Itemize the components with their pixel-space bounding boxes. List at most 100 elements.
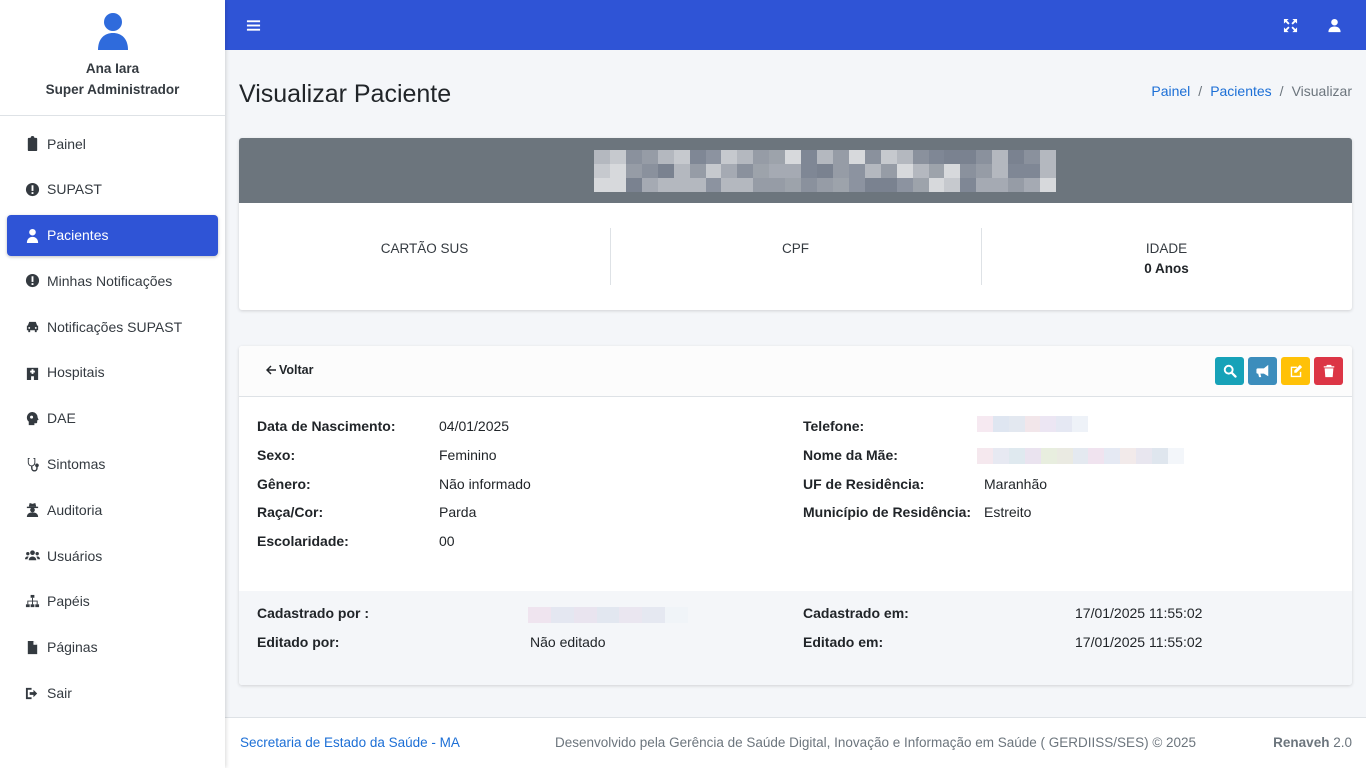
redaction-pixel — [801, 150, 818, 164]
sidebar-item-dae[interactable]: DAE — [7, 398, 218, 439]
detail-label: Sexo: — [257, 447, 296, 463]
sidebar-item-label: Minhas Notificações — [47, 272, 173, 289]
detail-label: Gênero: — [257, 476, 311, 492]
redaction-pixel — [769, 150, 786, 164]
detail-value: Parda — [439, 504, 477, 520]
user-injured-icon — [23, 227, 41, 243]
edit-icon — [1290, 364, 1302, 378]
detail-value: Estreito — [984, 504, 1032, 520]
stat-label: CARTÃO SUS — [380, 241, 469, 256]
user-menu-button[interactable] — [1324, 15, 1344, 35]
user-secret-icon — [23, 502, 41, 518]
redaction-pixel — [1024, 164, 1041, 178]
fullscreen-button[interactable] — [1280, 15, 1300, 35]
redaction-pixel — [705, 164, 722, 178]
user-role: Super Administrador — [45, 82, 180, 97]
details-card-header: Voltar — [239, 346, 1352, 397]
created-at-value: 17/01/2025 11:55:02 — [1075, 605, 1203, 621]
redacted-mother-name — [977, 448, 1184, 464]
breadcrumb: Painel / Pacientes / Visualizar — [1151, 83, 1352, 99]
sidebar-item-label: Notificações SUPAST — [47, 318, 183, 335]
menu-toggle-button[interactable] — [243, 15, 263, 35]
edited-by-value: Não editado — [530, 634, 606, 650]
stat-cpf: CPF — [610, 203, 981, 310]
redaction-pixel — [753, 178, 770, 192]
detail-value: 04/01/2025 — [439, 418, 510, 434]
sidebar-item-auditoria[interactable]: Auditoria — [7, 489, 218, 530]
sidebar-item-hospitais[interactable]: Hospitais — [7, 352, 218, 393]
footer-version: Renaveh 2.0 — [1273, 735, 1352, 750]
breadcrumb-separator: / — [1279, 83, 1284, 99]
detail-label: Raça/Cor: — [257, 504, 324, 520]
breadcrumb-pacientes-link[interactable]: Pacientes — [1210, 83, 1271, 99]
edit-button[interactable] — [1281, 357, 1310, 385]
detail-education: Escolaridade: — [257, 532, 349, 550]
detail-sex: Sexo: — [257, 446, 295, 464]
notify-button[interactable] — [1248, 357, 1277, 385]
redacted-patient-name — [594, 150, 1056, 192]
sidebar-item-painel[interactable]: Painel — [7, 123, 218, 164]
redaction-pixel — [673, 178, 690, 192]
redaction-pixel — [721, 164, 738, 178]
car-icon — [23, 319, 41, 335]
redaction-pixel — [1040, 150, 1056, 164]
head-virus-icon — [23, 410, 41, 426]
redaction-pixel — [625, 164, 642, 178]
detail-phone: Telefone: — [803, 417, 864, 435]
sidebar-item-sintomas[interactable]: Sintomas — [7, 444, 218, 485]
redaction-pixel — [705, 150, 722, 164]
redaction-pixel — [976, 164, 993, 178]
redaction-pixel — [689, 164, 706, 178]
redaction-pixel — [737, 178, 754, 192]
redaction-pixel — [1008, 178, 1025, 192]
redaction-pixel — [992, 178, 1009, 192]
sidebar-item-usuarios[interactable]: Usuários — [7, 535, 218, 576]
user-panel: Ana Iara Super Administrador — [0, 0, 225, 116]
file-icon — [23, 639, 41, 655]
user-icon — [1327, 18, 1341, 32]
sidebar-item-papeis[interactable]: Papéis — [7, 581, 218, 622]
sidebar-item-supast[interactable]: SUPAST — [7, 169, 218, 210]
search-button[interactable] — [1215, 357, 1244, 385]
sidebar-item-pacientes[interactable]: Pacientes — [7, 214, 218, 256]
sidebar-item-label: Auditoria — [47, 501, 103, 518]
detail-municipio: Município de Residência: — [803, 503, 971, 521]
redaction-pixel — [689, 150, 706, 164]
detail-value: Feminino — [439, 447, 497, 463]
page-title: Visualizar Paciente — [239, 80, 452, 108]
edited-at-value: 17/01/2025 11:55:02 — [1075, 634, 1203, 650]
sitemap-icon — [23, 593, 41, 609]
redaction-pixel — [880, 178, 897, 192]
redaction-pixel — [928, 178, 945, 192]
breadcrumb-painel-link[interactable]: Painel — [1151, 83, 1190, 99]
sidebar-item-sair[interactable]: Sair — [7, 673, 218, 714]
redaction-pixel — [992, 150, 1009, 164]
redaction-pixel — [944, 150, 961, 164]
sidebar-item-minhas-notificacoes[interactable]: Minhas Notificações — [7, 260, 218, 301]
user-avatar-icon[interactable] — [97, 12, 129, 50]
delete-button[interactable] — [1314, 357, 1343, 385]
redaction-pixel — [992, 164, 1009, 178]
redaction-pixel — [594, 178, 610, 192]
redaction-pixel — [1040, 178, 1056, 192]
redaction-pixel — [864, 178, 881, 192]
sidebar-item-paginas[interactable]: Páginas — [7, 627, 218, 668]
back-button[interactable]: Voltar — [265, 363, 314, 377]
sidebar-item-label: Papéis — [47, 593, 90, 610]
edited-by-label: Editado por: — [257, 634, 340, 650]
sidebar-item-label: DAE — [47, 410, 76, 427]
footer-secretaria-link[interactable]: Secretaria de Estado da Saúde - MA — [240, 735, 460, 750]
redaction-pixel — [976, 150, 993, 164]
stat-idade: IDADE 0 Anos — [981, 203, 1352, 310]
redaction-pixel — [769, 178, 786, 192]
redaction-pixel — [848, 164, 865, 178]
created-at-label: Cadastrado em: — [803, 605, 909, 621]
hamburger-icon — [246, 19, 260, 31]
stethoscope-icon — [23, 456, 41, 472]
redaction-pixel — [1008, 164, 1025, 178]
users-icon — [23, 548, 41, 564]
expand-icon — [1283, 18, 1297, 32]
redaction-pixel — [801, 164, 818, 178]
sidebar-item-notificacoes-supast[interactable]: Notificações SUPAST — [7, 306, 218, 347]
redaction-pixel — [625, 150, 642, 164]
